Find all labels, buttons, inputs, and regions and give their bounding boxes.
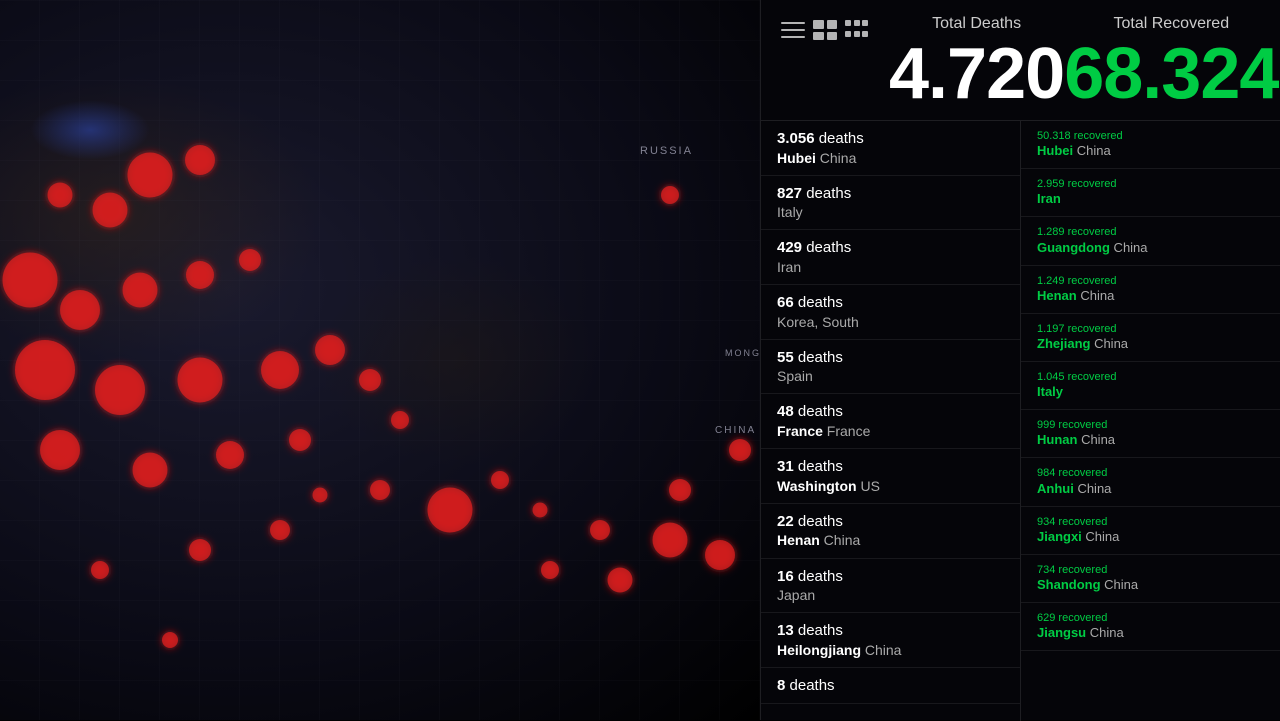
toolbar (781, 20, 869, 40)
death-count: 55 deaths (777, 348, 1004, 368)
death-location: Italy (777, 203, 1004, 221)
death-location: Spain (777, 367, 1004, 385)
recovered-location: Hubei China (1037, 143, 1264, 160)
recovered-count: 2.959 recovered (1037, 177, 1264, 191)
recovered-count: 734 recovered (1037, 563, 1264, 577)
death-count: 3.056 deaths (777, 129, 1004, 149)
total-recovered-section: Total Recovered 68.324 (1064, 15, 1278, 110)
deaths-list-item: 3.056 deathsHubei China (761, 121, 1020, 176)
deaths-list-item: 31 deathsWashington US (761, 449, 1020, 504)
recovered-list-item: 1.045 recoveredItaly (1021, 362, 1280, 410)
death-location: Henan China (777, 531, 1004, 549)
lists-container: 3.056 deathsHubei China827 deathsItaly42… (761, 121, 1280, 721)
recovered-location: Jiangxi China (1037, 529, 1264, 546)
recovered-count: 1.289 recovered (1037, 225, 1264, 239)
recovered-count: 629 recovered (1037, 611, 1264, 625)
recovered-location: Guangdong China (1037, 240, 1264, 257)
recovered-location: Jiangsu China (1037, 625, 1264, 642)
death-count: 66 deaths (777, 293, 1004, 313)
recovered-list: 50.318 recoveredHubei China2.959 recover… (1021, 121, 1280, 721)
recovered-location: Shandong China (1037, 577, 1264, 594)
deaths-list-item: 66 deathsKorea, South (761, 285, 1020, 340)
recovered-location: Italy (1037, 384, 1264, 401)
death-location: Japan (777, 586, 1004, 604)
death-location: Heilongjiang China (777, 641, 1004, 659)
recovered-location: Zhejiang China (1037, 336, 1264, 353)
death-count: 48 deaths (777, 402, 1004, 422)
recovered-list-item: 1.249 recoveredHenan China (1021, 266, 1280, 314)
recovered-list-item: 1.289 recoveredGuangdong China (1021, 217, 1280, 265)
deaths-list-item: 55 deathsSpain (761, 340, 1020, 395)
recovered-list-item: 999 recoveredHunan China (1021, 410, 1280, 458)
recovered-list-item: 734 recoveredShandong China (1021, 555, 1280, 603)
death-location: Iran (777, 258, 1004, 276)
recovered-count: 50.318 recovered (1037, 129, 1264, 143)
dots-view-icon[interactable] (845, 20, 869, 40)
deaths-list-item: 429 deathsIran (761, 230, 1020, 285)
deaths-list-item: 827 deathsItaly (761, 176, 1020, 231)
total-deaths-label: Total Deaths (889, 15, 1064, 33)
recovered-list-item: 984 recoveredAnhui China (1021, 458, 1280, 506)
total-recovered-value: 68.324 (1064, 38, 1278, 110)
recovered-list-item: 1.197 recoveredZhejiang China (1021, 314, 1280, 362)
recovered-count: 984 recovered (1037, 466, 1264, 480)
death-count: 16 deaths (777, 567, 1004, 587)
death-location: Hubei China (777, 149, 1004, 167)
death-count: 22 deaths (777, 512, 1004, 532)
total-deaths-section: Total Deaths 4.720 (889, 15, 1064, 110)
recovered-location: Anhui China (1037, 481, 1264, 498)
deaths-list-item: 16 deathsJapan (761, 559, 1020, 614)
death-count: 8 deaths (777, 676, 1004, 696)
death-location: France France (777, 422, 1004, 440)
total-recovered-label: Total Recovered (1064, 15, 1278, 33)
deaths-list-item: 8 deaths (761, 668, 1020, 705)
stats-panel: Total Deaths 4.720 Total Recovered 68.32… (760, 0, 1280, 720)
recovered-location: Henan China (1037, 288, 1264, 305)
recovered-list-item: 934 recoveredJiangxi China (1021, 507, 1280, 555)
death-count: 31 deaths (777, 457, 1004, 477)
death-count: 429 deaths (777, 238, 1004, 258)
recovered-count: 934 recovered (1037, 515, 1264, 529)
death-location: Washington US (777, 477, 1004, 495)
world-map: RUSSIA MONGO... CHINA (0, 0, 760, 720)
recovered-count: 1.249 recovered (1037, 274, 1264, 288)
recovered-count: 1.197 recovered (1037, 322, 1264, 336)
deaths-list-item: 22 deathsHenan China (761, 504, 1020, 559)
outbreak-dots (0, 0, 760, 720)
list-view-icon[interactable] (781, 20, 805, 40)
death-count: 13 deaths (777, 621, 1004, 641)
deaths-list-item: 13 deathsHeilongjiang China (761, 613, 1020, 668)
recovered-list-item: 629 recoveredJiangsu China (1021, 603, 1280, 651)
recovered-location: Iran (1037, 191, 1264, 208)
recovered-list-item: 2.959 recoveredIran (1021, 169, 1280, 217)
stats-header: Total Deaths 4.720 Total Recovered 68.32… (761, 0, 1280, 121)
grid-view-icon[interactable] (813, 20, 837, 40)
recovered-location: Hunan China (1037, 432, 1264, 449)
death-count: 827 deaths (777, 184, 1004, 204)
recovered-count: 999 recovered (1037, 418, 1264, 432)
total-deaths-value: 4.720 (889, 38, 1064, 110)
recovered-count: 1.045 recovered (1037, 370, 1264, 384)
death-location: Korea, South (777, 313, 1004, 331)
deaths-list: 3.056 deathsHubei China827 deathsItaly42… (761, 121, 1021, 721)
deaths-list-item: 48 deathsFrance France (761, 394, 1020, 449)
recovered-list-item: 50.318 recoveredHubei China (1021, 121, 1280, 169)
